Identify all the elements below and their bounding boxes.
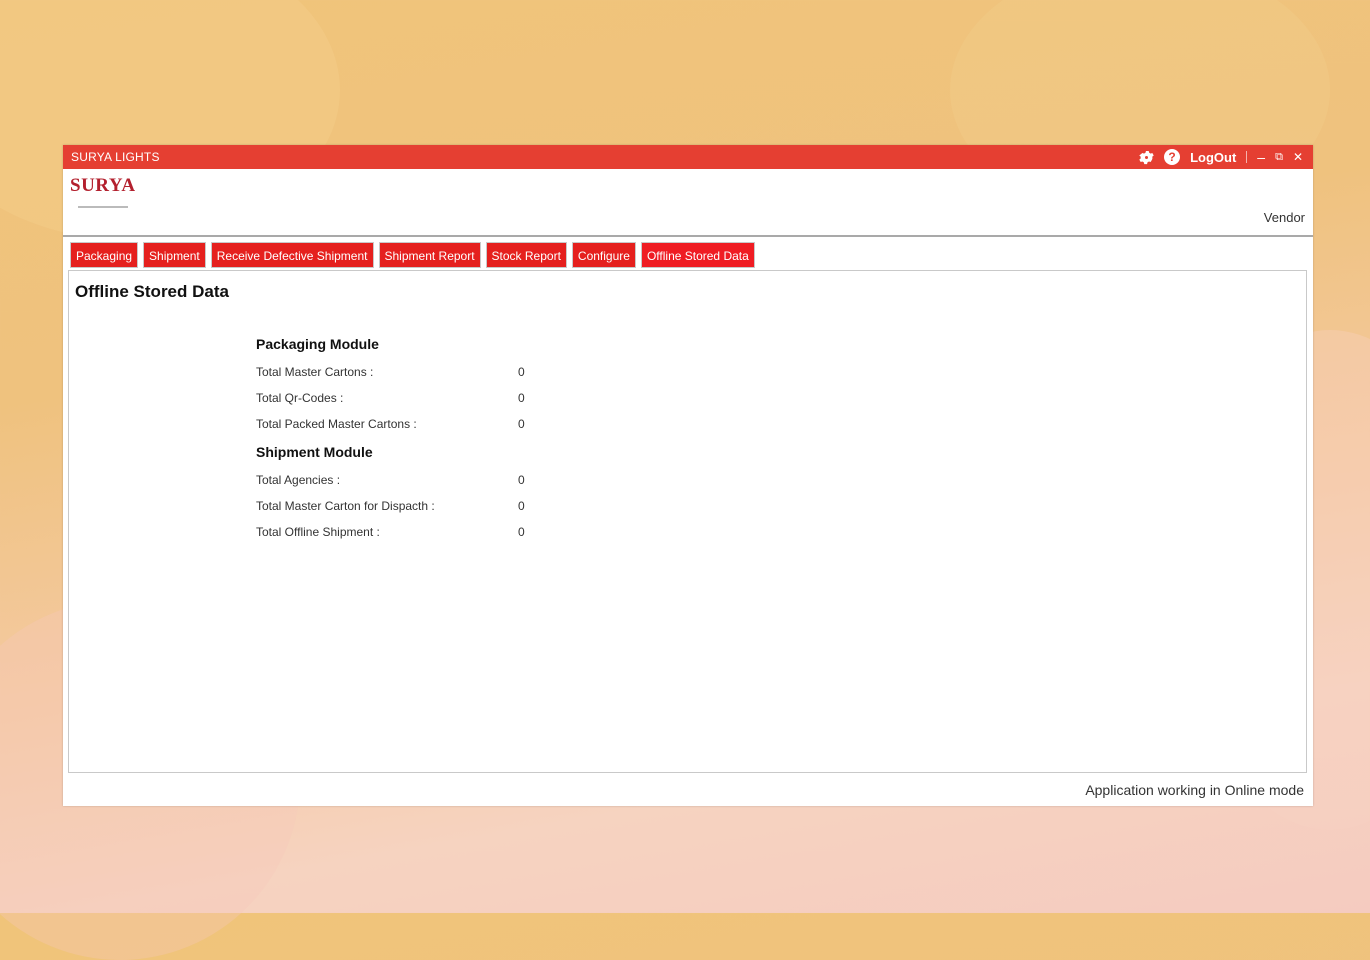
- app-window: SURYA LIGHTS ? LogOut – ⧉ ✕ SURYA Vendor…: [63, 145, 1313, 806]
- stat-row: Total Qr-Codes : 0: [256, 385, 556, 411]
- logo-tagline-icon: [78, 206, 128, 208]
- stat-label: Total Master Cartons :: [256, 365, 374, 379]
- stat-value: 0: [518, 391, 525, 405]
- app-header: SURYA Vendor: [63, 169, 1313, 237]
- stat-label: Total Qr-Codes :: [256, 391, 344, 405]
- stat-label: Total Packed Master Cartons :: [256, 417, 417, 431]
- stat-row: Total Master Carton for Dispacth : 0: [256, 493, 556, 519]
- minimize-icon[interactable]: –: [1257, 149, 1265, 165]
- tab-configure[interactable]: Configure: [571, 242, 636, 268]
- stat-label: Total Agencies :: [256, 473, 341, 487]
- help-icon[interactable]: ?: [1164, 149, 1181, 165]
- logo-text: SURYA: [70, 175, 136, 196]
- stat-value: 0: [518, 499, 525, 513]
- content-panel: Offline Stored Data Packaging Module Tot…: [68, 270, 1307, 773]
- stat-value: 0: [518, 473, 525, 487]
- stat-label: Total Offline Shipment :: [256, 525, 380, 539]
- tab-receive-defective-shipment[interactable]: Receive Defective Shipment: [210, 242, 374, 268]
- divider: [1246, 151, 1248, 163]
- tab-shipment-report[interactable]: Shipment Report: [378, 242, 481, 268]
- tab-stock-report[interactable]: Stock Report: [485, 242, 567, 268]
- tab-packaging[interactable]: Packaging: [70, 242, 139, 268]
- stat-value: 0: [518, 525, 525, 539]
- surya-logo: SURYA: [70, 175, 136, 215]
- stat-row: Total Packed Master Cartons : 0: [256, 411, 556, 437]
- window-title: SURYA LIGHTS: [71, 150, 160, 164]
- stat-row: Total Offline Shipment : 0: [256, 519, 556, 545]
- status-bar-text: Application working in Online mode: [1085, 782, 1304, 798]
- user-role: Vendor: [1263, 210, 1305, 225]
- stat-row: Total Agencies : 0: [256, 467, 556, 493]
- gear-icon[interactable]: [1139, 150, 1154, 165]
- tab-offline-stored-data[interactable]: Offline Stored Data: [640, 242, 755, 268]
- title-controls: ? LogOut – ⧉ ✕: [1139, 145, 1303, 169]
- page-title: Offline Stored Data: [75, 282, 229, 301]
- close-icon[interactable]: ✕: [1293, 150, 1303, 164]
- packaging-module-heading: Packaging Module: [256, 336, 379, 352]
- stat-value: 0: [518, 365, 525, 379]
- restore-icon[interactable]: ⧉: [1275, 151, 1283, 164]
- stats-section: Packaging Module Total Master Cartons : …: [256, 329, 556, 545]
- stat-value: 0: [518, 417, 525, 431]
- tab-shipment[interactable]: Shipment: [143, 242, 206, 268]
- stat-label: Total Master Carton for Dispacth :: [256, 499, 435, 513]
- logout-button[interactable]: LogOut: [1190, 150, 1236, 165]
- shipment-module-heading: Shipment Module: [256, 444, 373, 460]
- title-bar: SURYA LIGHTS ? LogOut – ⧉ ✕: [63, 145, 1313, 169]
- stat-row: Total Master Cartons : 0: [256, 359, 556, 385]
- tab-bar: Packaging Shipment Receive Defective Shi…: [70, 242, 755, 268]
